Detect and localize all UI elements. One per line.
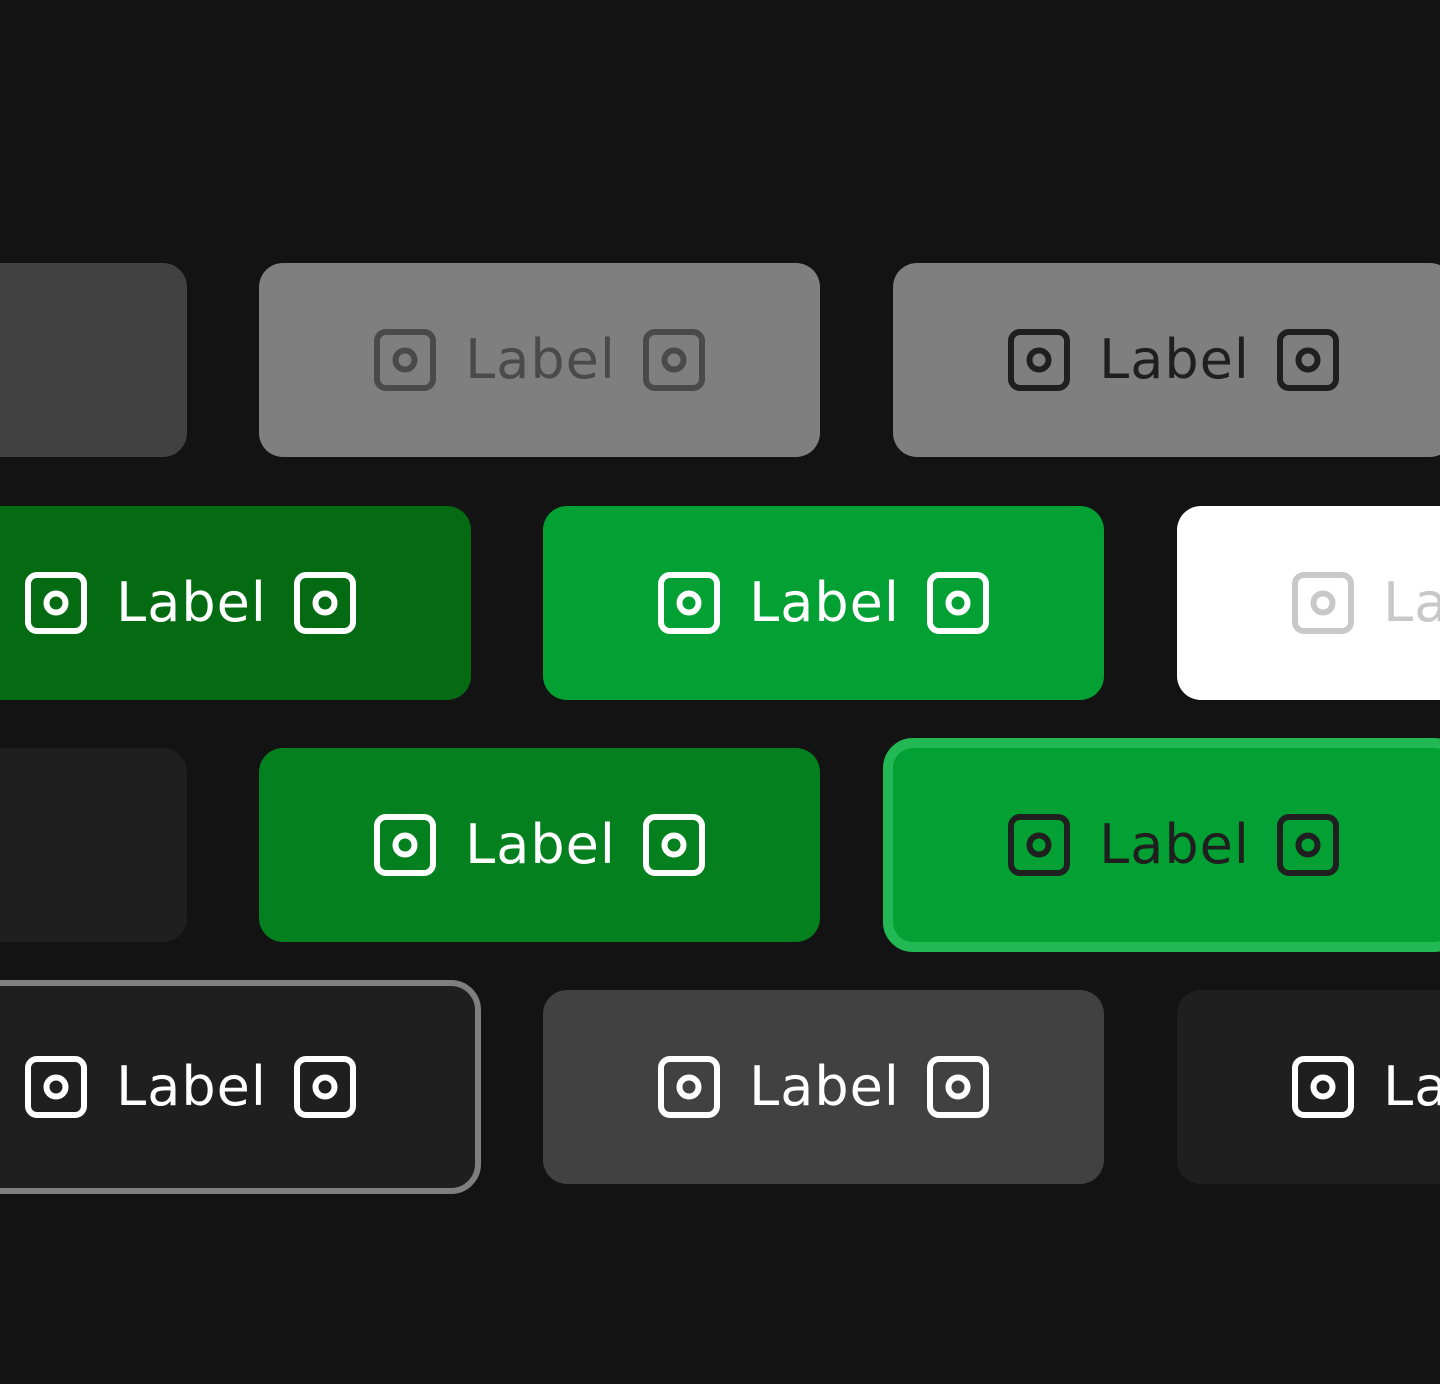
button-label: Label [749, 1055, 900, 1118]
square-dot-icon [1276, 813, 1340, 877]
button-label: Label [1383, 571, 1440, 634]
square-dot-icon [926, 571, 990, 635]
button-primary-pressed[interactable]: Label [0, 506, 471, 700]
button-label: Label [1099, 328, 1250, 391]
button-label: Label [749, 571, 900, 634]
button-label: Label [1383, 1055, 1440, 1118]
button-secondary-default[interactable]: Label [543, 990, 1104, 1184]
square-dot-icon [373, 328, 437, 392]
square-dot-icon [642, 328, 706, 392]
button-primary-hover[interactable]: Label [259, 748, 820, 942]
square-dot-icon [24, 571, 88, 635]
button-label: Label [465, 813, 616, 876]
button-white-disabled[interactable]: Label [1177, 506, 1440, 700]
button-label: Label [465, 328, 616, 391]
square-dot-icon [293, 1055, 357, 1119]
square-dot-icon [642, 813, 706, 877]
square-dot-icon [1007, 328, 1071, 392]
square-dot-icon [1291, 1055, 1355, 1119]
button-primary-focused[interactable]: Label [883, 738, 1440, 952]
button-secondary[interactable] [0, 263, 187, 457]
button-disabled-dark-text[interactable]: Label [893, 263, 1440, 457]
square-dot-icon [1291, 571, 1355, 635]
button-tertiary[interactable]: Label [1177, 990, 1440, 1184]
square-dot-icon [1276, 328, 1340, 392]
square-dot-icon [293, 571, 357, 635]
button-tertiary-focused[interactable]: Label [0, 980, 481, 1194]
button-disabled[interactable]: Label [259, 263, 820, 457]
button-primary[interactable]: Label [543, 506, 1104, 700]
button-label: Label [116, 1055, 267, 1118]
button-tertiary-disabled[interactable] [0, 748, 187, 942]
square-dot-icon [657, 1055, 721, 1119]
square-dot-icon [657, 571, 721, 635]
square-dot-icon [24, 1055, 88, 1119]
button-label: Label [1099, 813, 1250, 876]
square-dot-icon [926, 1055, 990, 1119]
square-dot-icon [1007, 813, 1071, 877]
square-dot-icon [373, 813, 437, 877]
button-label: Label [116, 571, 267, 634]
button-states-showcase: Label Label Label Label Label Label Labe… [0, 0, 1440, 1384]
